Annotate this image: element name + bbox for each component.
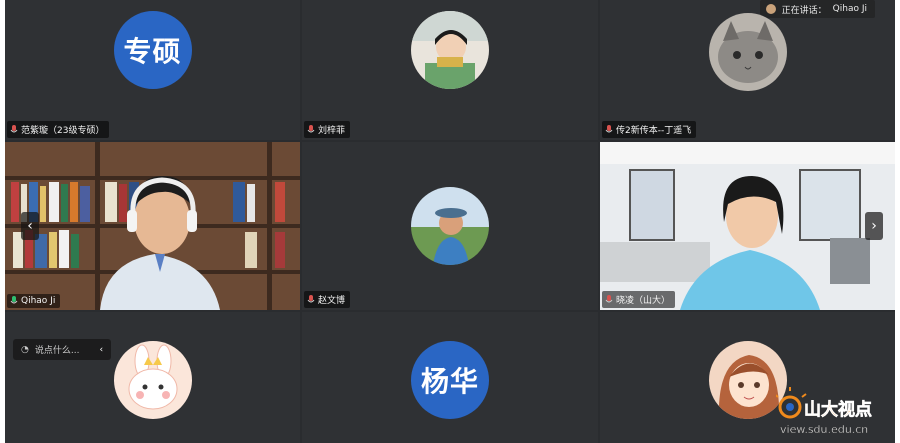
next-page-button[interactable]: › [865, 212, 883, 240]
nameplate: Qihao Ji [7, 294, 61, 308]
participant-name: 刘梓菲 [318, 126, 346, 136]
previous-page-button[interactable]: ‹ [21, 212, 39, 240]
nameplate: 赵文博 [304, 291, 351, 308]
microphone-icon [605, 294, 613, 302]
avatar [708, 13, 787, 91]
chevron-left-icon: ‹ [27, 218, 33, 234]
participant-tile[interactable]: ◔ 说点什么... ‹ [5, 312, 300, 443]
participant-tile-active[interactable]: ‹ Qihao Ji [5, 142, 300, 310]
participant-tile[interactable]: › 晓凌（山大） [600, 142, 895, 310]
participant-tile[interactable]: 赵文博 [302, 142, 598, 310]
participant-tile[interactable]: 正在讲话： Qihao Ji 传2新传本--丁遥飞 [600, 0, 895, 140]
speaking-name: Qihao Ji [832, 4, 867, 14]
sdu-view-logo: 山大视点 view.sdu.edu.cn [776, 387, 872, 436]
logo-url-text: view.sdu.edu.cn [780, 423, 868, 436]
cat-photo-icon [708, 13, 787, 91]
microphone-icon [307, 294, 315, 302]
microphone-active-icon [10, 296, 18, 304]
microphone-icon [605, 124, 613, 132]
speaking-indicator: 正在讲话： Qihao Ji [759, 0, 875, 18]
avatar [411, 11, 489, 89]
chat-icon: ◔ [21, 344, 29, 355]
avatar-text: 杨华 [420, 365, 479, 398]
video-feed [5, 142, 300, 310]
participant-name: 传2新传本--丁遥飞 [616, 126, 692, 136]
participant-tile[interactable]: 专硕 范紫璇（23级专硕） [5, 0, 300, 140]
chevron-left-icon[interactable]: ‹ [99, 345, 103, 355]
avatar [411, 187, 489, 265]
video-feed [600, 142, 895, 310]
chat-placeholder: 说点什么... [34, 346, 80, 356]
chat-input[interactable]: ◔ 说点什么... ‹ [13, 339, 112, 360]
participant-name: Qihao Ji [21, 296, 56, 306]
avatar: 专硕 [113, 11, 192, 89]
avatar: 杨华 [411, 341, 489, 419]
child-photo-icon [411, 11, 489, 89]
nameplate: 刘梓菲 [304, 121, 351, 138]
video-grid: 专硕 范紫璇（23级专硕） 刘梓菲 正在讲话： Qihao Ji 传2新传本--… [5, 0, 895, 443]
microphone-icon [307, 124, 315, 132]
nameplate: 传2新传本--丁遥飞 [602, 121, 697, 138]
chevron-right-icon: › [871, 218, 877, 234]
participant-name: 范紫璇（23级专硕） [21, 126, 105, 136]
outdoor-photo-icon [411, 187, 489, 265]
logo-brand-text: 山大视点 [804, 399, 872, 420]
microphone-icon [10, 124, 18, 132]
participant-name: 赵文博 [318, 296, 346, 306]
avatar [114, 341, 192, 419]
avatar-text: 专硕 [123, 35, 182, 68]
participant-name: 晓凌（山大） [616, 296, 671, 306]
participant-tile[interactable]: 杨华 [302, 312, 598, 443]
speaker-avatar-icon [765, 4, 776, 14]
participant-tile[interactable]: 刘梓菲 [302, 0, 598, 140]
nameplate: 范紫璇（23级专硕） [7, 121, 110, 138]
cartoon-rabbit-icon [114, 341, 192, 419]
speaking-label: 正在讲话： [781, 5, 827, 16]
nameplate: 晓凌（山大） [602, 291, 676, 308]
